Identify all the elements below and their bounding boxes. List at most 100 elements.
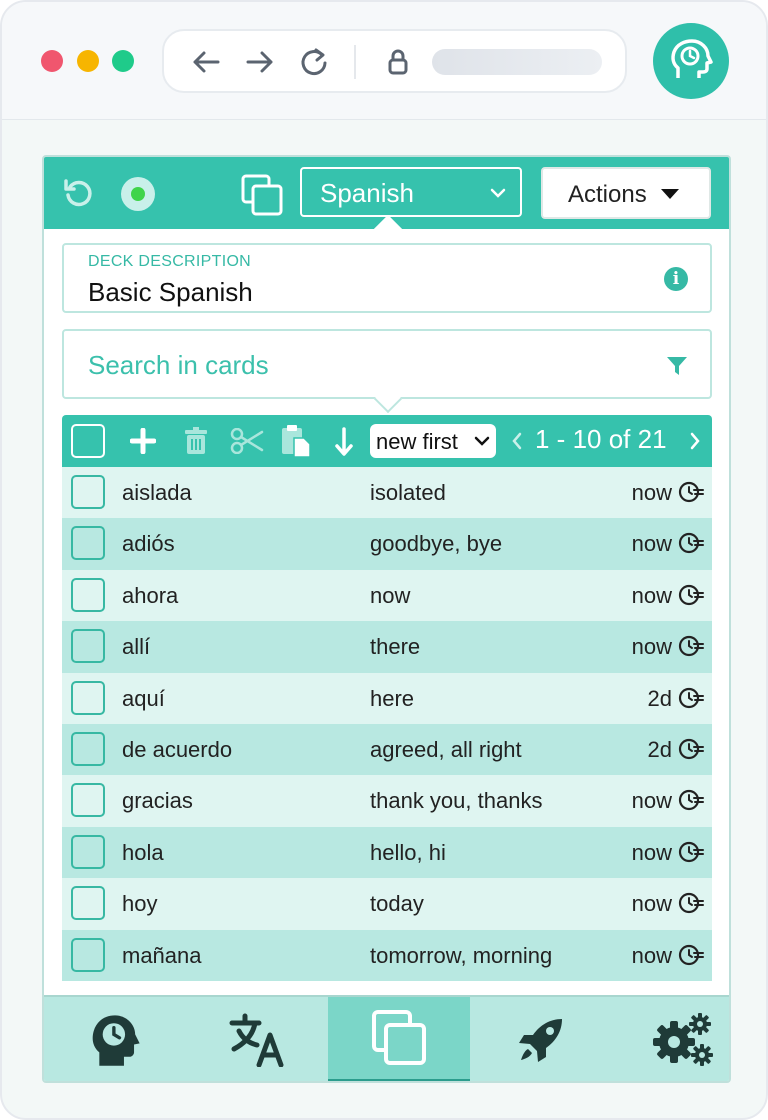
card-front: aquí (122, 685, 165, 711)
address-bar[interactable] (162, 29, 627, 93)
card-checkbox[interactable] (71, 475, 105, 509)
deck-description-value: Basic Spanish (88, 277, 253, 307)
card-due: now (631, 942, 672, 968)
card-row[interactable]: hoy today now (62, 878, 712, 930)
card-back: there (370, 634, 421, 660)
schedule-icon[interactable] (678, 480, 704, 504)
card-front: hoy (122, 891, 158, 917)
card-back: isolated (370, 480, 446, 505)
card-row[interactable]: aislada isolated now (62, 467, 712, 519)
minimize-window-dot[interactable] (77, 50, 99, 72)
head-clock-icon (671, 39, 713, 78)
paste-icon[interactable] (280, 424, 312, 458)
schedule-icon[interactable] (678, 531, 704, 555)
card-checkbox[interactable] (71, 731, 105, 766)
card-due: 2d (647, 685, 672, 711)
schedule-icon[interactable] (678, 943, 704, 967)
review-icon (92, 1015, 140, 1066)
card-back: thank you, thanks (370, 788, 543, 814)
nav-tab-settings[interactable] (612, 997, 729, 1081)
card-checkbox[interactable] (71, 577, 105, 612)
filter-icon[interactable] (666, 355, 688, 377)
card-front: hola (122, 839, 164, 865)
card-front: aislada (122, 480, 192, 505)
card-back: hello, hi (370, 839, 446, 865)
nav-tab-translate[interactable] (186, 997, 328, 1081)
card-row[interactable]: hola hello, hi now (62, 826, 712, 879)
cards-toolbar: new first 1 - 10 of 21 (62, 415, 712, 467)
card-due: now (631, 480, 672, 505)
search-placeholder: Search in cards (88, 350, 269, 380)
card-row[interactable]: adiós goodbye, bye now (62, 518, 712, 570)
sort-select[interactable]: new first (370, 424, 496, 458)
card-row[interactable]: de acuerdo agreed, all right 2d (62, 723, 712, 776)
schedule-icon[interactable] (678, 634, 704, 658)
schedule-icon[interactable] (678, 840, 704, 864)
card-due: now (631, 582, 672, 608)
schedule-icon[interactable] (678, 686, 704, 710)
trash-icon[interactable] (184, 427, 208, 455)
actions-button[interactable]: Actions (541, 167, 711, 219)
address-divider (354, 45, 356, 79)
card-back: here (370, 685, 415, 711)
actions-label: Actions (568, 181, 647, 208)
card-front: ahora (122, 582, 179, 608)
pager-text: 1 - 10 of 21 (535, 424, 667, 454)
card-checkbox[interactable] (71, 680, 105, 715)
card-checkbox[interactable] (71, 886, 105, 921)
card-front: mañana (122, 942, 202, 968)
select-all-checkbox[interactable] (71, 424, 105, 458)
card-due: now (631, 531, 672, 557)
info-icon[interactable]: i (664, 267, 688, 291)
card-back: goodbye, bye (370, 531, 503, 557)
deck-description-label: DECK DESCRIPTION (88, 253, 252, 270)
card-front: allí (122, 634, 151, 660)
card-row[interactable]: ahora now now (62, 569, 712, 622)
next-page-icon[interactable] (688, 431, 702, 451)
maximize-window-dot[interactable] (112, 50, 134, 72)
extension-button[interactable] (653, 23, 729, 99)
back-icon[interactable] (190, 46, 222, 78)
lock-icon (388, 49, 408, 75)
nav-tab-boost[interactable] (470, 997, 612, 1081)
status-dot-icon (121, 177, 155, 211)
schedule-icon[interactable] (678, 891, 704, 915)
schedule-icon[interactable] (678, 583, 704, 607)
schedule-icon[interactable] (678, 737, 704, 761)
card-checkbox[interactable] (71, 783, 105, 818)
rocket-icon (519, 1019, 562, 1062)
card-row[interactable]: gracias thank you, thanks now (62, 775, 712, 827)
reload-icon[interactable] (298, 46, 330, 78)
card-front: gracias (122, 788, 193, 814)
scissors-icon[interactable] (230, 428, 264, 454)
nav-tab-review[interactable] (44, 997, 186, 1081)
card-back: tomorrow, morning (370, 942, 553, 968)
deck-description-field[interactable]: DECK DESCRIPTION Basic Spanish i (62, 243, 712, 313)
close-window-dot[interactable] (41, 50, 63, 72)
card-checkbox[interactable] (71, 834, 105, 869)
caret-down-icon (661, 189, 679, 199)
browser-toolbar (2, 2, 766, 120)
card-back: today (370, 891, 424, 917)
browser-window: Spanish Actions DECK DESCRIPTION Basic S… (0, 0, 768, 1120)
previous-page-icon[interactable] (510, 431, 524, 451)
chevron-down-icon (474, 436, 490, 446)
nav-tab-cards[interactable] (328, 997, 470, 1081)
card-front: de acuerdo (122, 736, 233, 762)
cards-icon (372, 1010, 426, 1065)
card-checkbox[interactable] (71, 937, 105, 972)
card-row[interactable]: allí there now (62, 621, 712, 673)
forward-icon[interactable] (244, 46, 276, 78)
card-checkbox[interactable] (71, 629, 105, 664)
deck-select[interactable]: Spanish (300, 167, 522, 217)
download-icon[interactable] (335, 427, 353, 457)
undo-icon[interactable] (62, 177, 94, 209)
card-checkbox[interactable] (71, 526, 105, 561)
translate-icon (229, 1013, 284, 1067)
card-due: 2d (647, 736, 672, 762)
card-row[interactable]: aquí here 2d (62, 672, 712, 724)
add-icon[interactable] (130, 428, 156, 454)
schedule-icon[interactable] (678, 788, 704, 812)
copy-cards-icon[interactable] (240, 173, 284, 217)
card-row[interactable]: mañana tomorrow, morning now (62, 929, 712, 981)
